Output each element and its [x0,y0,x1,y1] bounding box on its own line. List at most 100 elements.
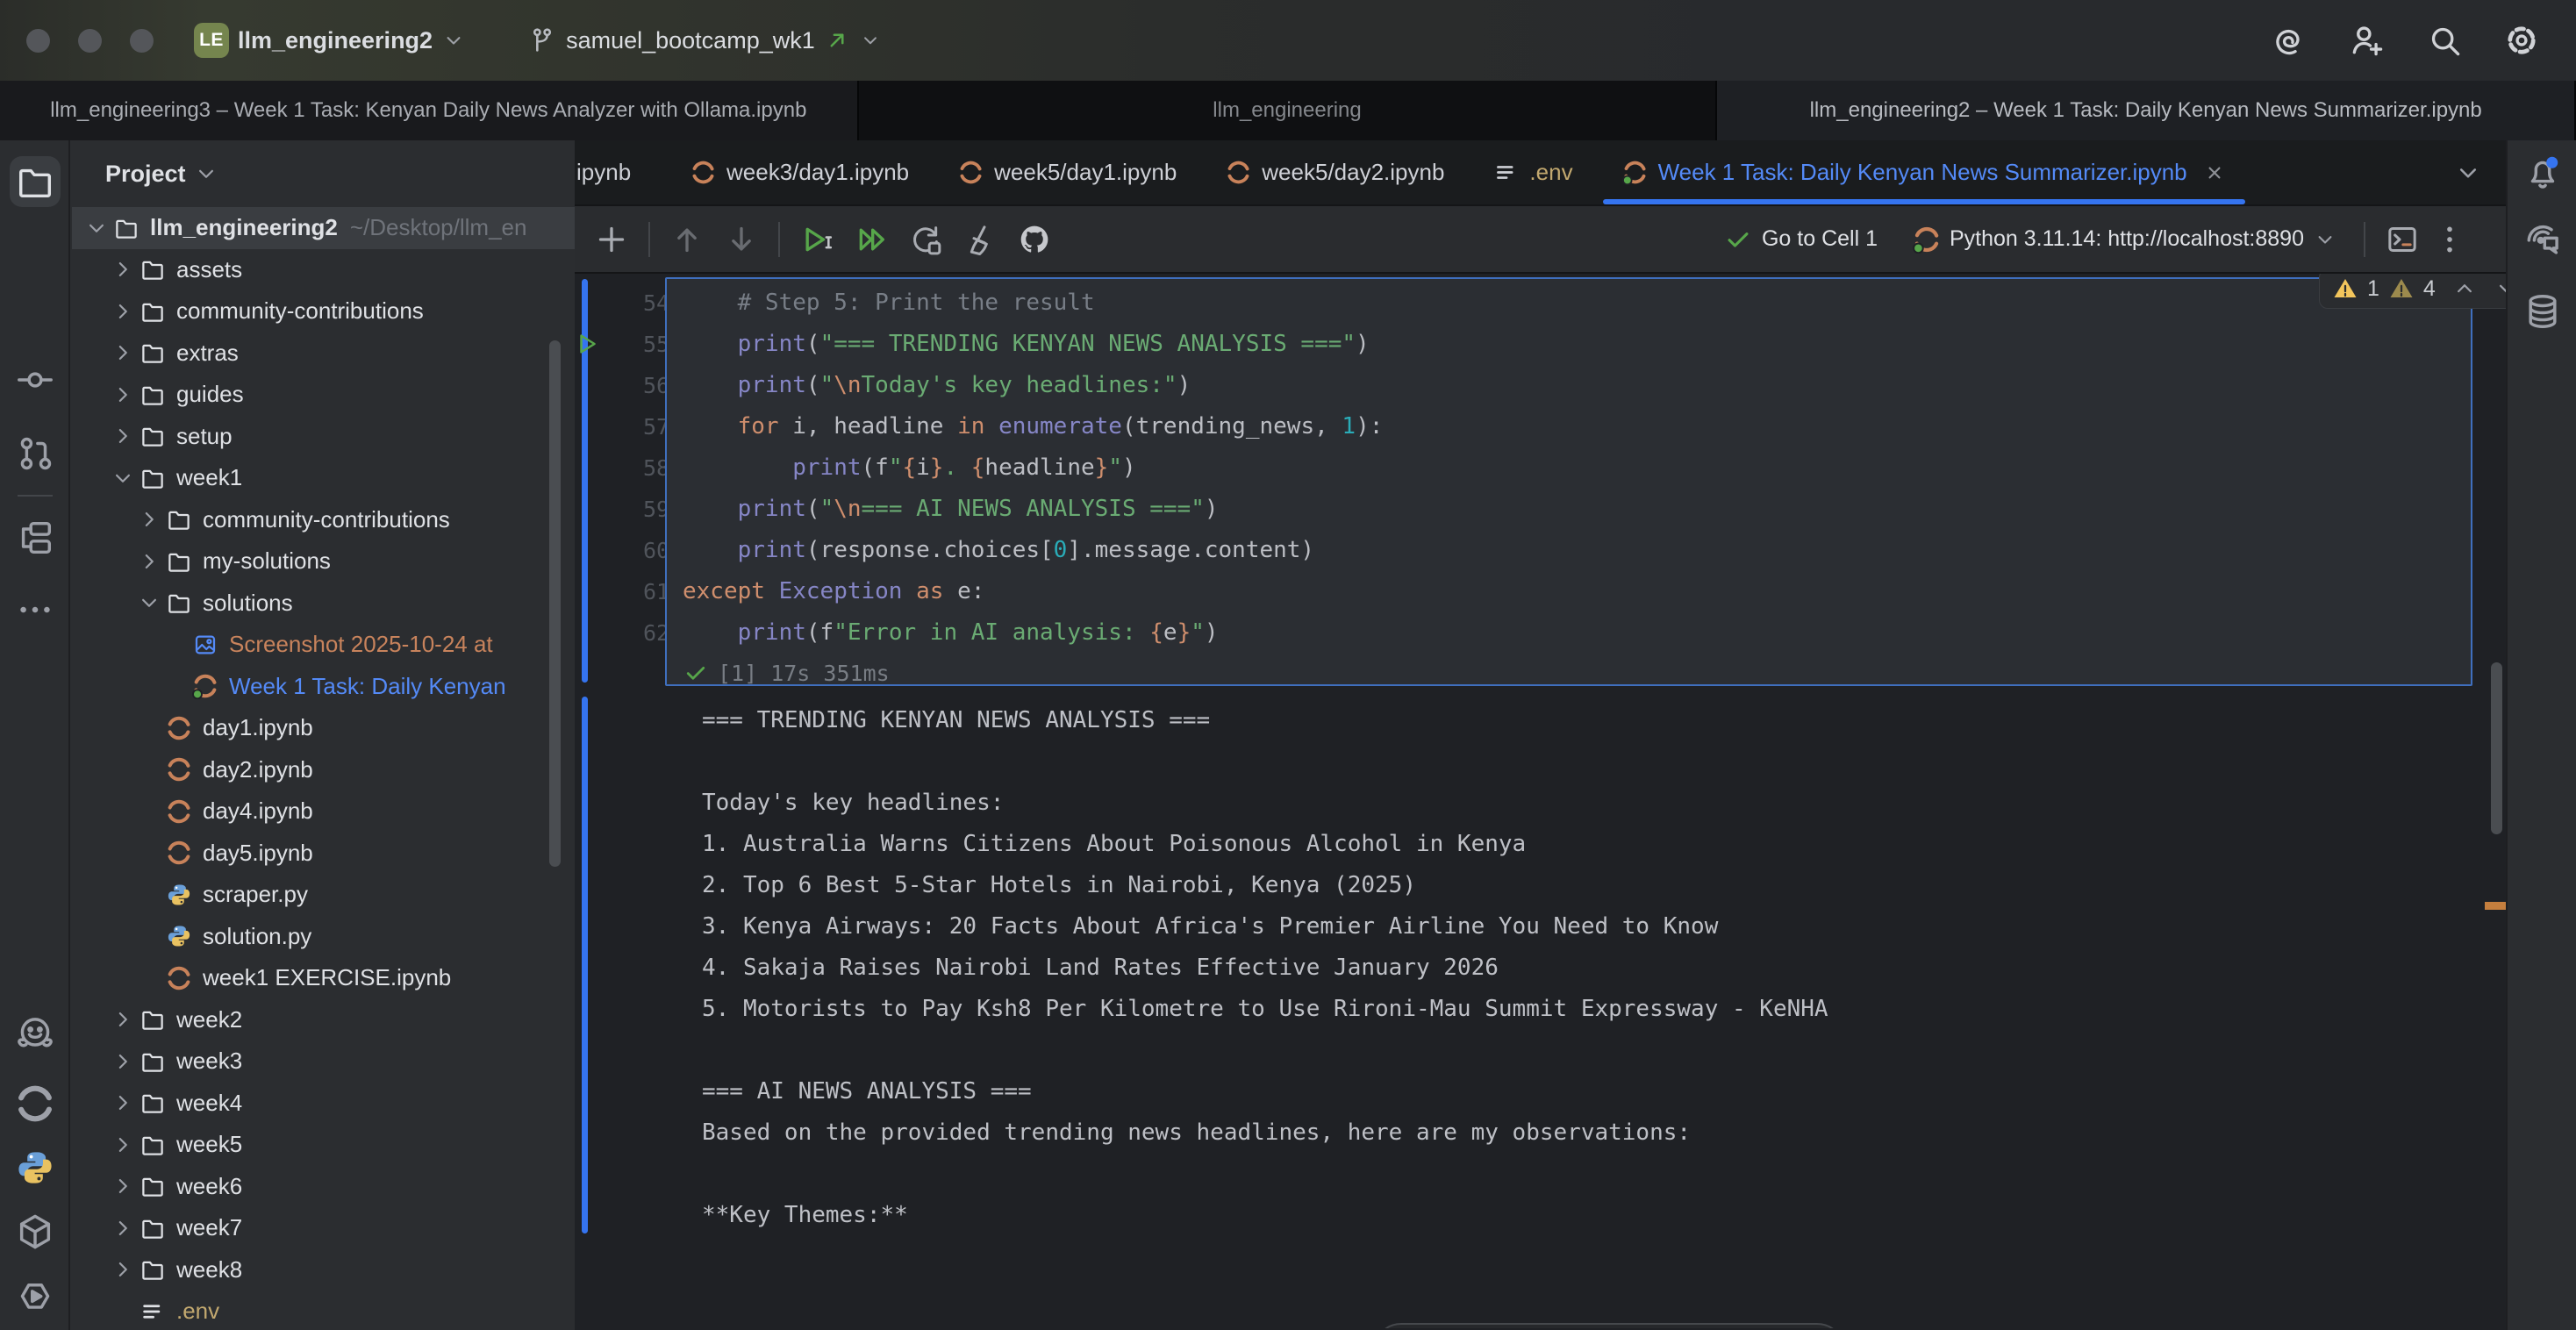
move-cell-up-button[interactable] [669,222,705,257]
jupyter-console-icon[interactable] [2385,222,2420,257]
ai-assistant-icon[interactable] [2522,218,2563,258]
search-icon[interactable] [2425,21,2464,60]
run-line-icon[interactable] [575,331,601,357]
pull-request-icon[interactable] [15,433,55,474]
tree-item-llm-engineering2[interactable]: llm_engineering2~/Desktop/llm_en [72,207,575,249]
chevron-right-icon[interactable] [136,506,162,533]
chevron-right-icon[interactable] [110,382,136,408]
package-icon[interactable] [15,1212,55,1252]
tree-item-week7[interactable]: week7 [72,1207,575,1249]
window-controls[interactable] [26,29,154,53]
kernel-selector[interactable]: Python 3.11.14: http://localhost:8890 [1913,225,2337,254]
tree-item-day1-ipynb[interactable]: day1.ipynb [72,707,575,749]
project-tree-scrollbar[interactable] [549,340,561,867]
minimize-window-button[interactable] [78,29,102,53]
add-user-icon[interactable] [2348,21,2386,60]
chevron-right-icon[interactable] [110,1048,136,1075]
code-line[interactable]: print(response.choices[0].message.conten… [683,530,2471,571]
window-tab[interactable]: llm_engineering2 – Week 1 Task: Daily Ke… [1717,81,2576,140]
clear-outputs-button[interactable] [962,222,998,257]
close-window-button[interactable] [26,29,50,53]
tree-item-week2[interactable]: week2 [72,999,575,1041]
tree-item-day5-ipynb[interactable]: day5.ipynb [72,833,575,875]
prev-problem-icon[interactable] [2451,275,2478,302]
play-icon[interactable] [15,1276,55,1317]
chevron-down-icon[interactable] [136,590,162,616]
code-cell[interactable]: # Step 5: Print the result print("=== TR… [665,277,2472,686]
tree-item-week6[interactable]: week6 [72,1166,575,1208]
editor-tab[interactable]: week3/day1.ipynb [666,140,934,204]
code-line[interactable]: # Step 5: Print the result [683,282,2471,324]
code-line[interactable]: except Exception as e: [683,571,2471,612]
code-line[interactable]: for i, headline in enumerate(trending_ne… [683,406,2471,447]
code-line[interactable]: print("\n=== AI NEWS ANALYSIS ===") [683,489,2471,530]
tree-item-week-1-task-daily-kenyan[interactable]: Week 1 Task: Daily Kenyan [72,666,575,708]
project-panel-header[interactable]: Project [72,140,575,207]
window-tab[interactable]: llm_engineering3 – Week 1 Task: Kenyan D… [0,81,859,140]
huggingface-icon[interactable] [15,1013,55,1054]
tree-item-week1-exercise-ipynb[interactable]: week1 EXERCISE.ipynb [72,957,575,999]
commit-icon[interactable] [15,360,55,400]
tree-item-solution-py[interactable]: solution.py [72,916,575,958]
tree-item-week5[interactable]: week5 [72,1124,575,1166]
tree-item-extras[interactable]: extras [72,332,575,375]
editor-tab[interactable]: week5/day2.ipynb [1201,140,1469,204]
tree-item-week1[interactable]: week1 [72,457,575,499]
project-widget[interactable]: LE llm_engineering2 [194,23,466,58]
code-line[interactable]: print(f"{i}. {headline}") [683,447,2471,489]
jupyter-icon[interactable] [15,1083,55,1124]
tree-item-community-contributions[interactable]: community-contributions [72,499,575,541]
tab-list-chevron-icon[interactable] [2453,158,2483,188]
tree-item-day2-ipynb[interactable]: day2.ipynb [72,749,575,791]
github-icon[interactable] [1017,222,1052,257]
project-folder-icon[interactable] [10,156,61,207]
tree-item-assets[interactable]: assets [72,249,575,291]
chevron-down-icon[interactable] [83,215,110,241]
chevron-right-icon[interactable] [110,1173,136,1199]
chevron-right-icon[interactable] [110,423,136,449]
restart-kernel-button[interactable] [908,222,943,257]
tree-item-day4-ipynb[interactable]: day4.ipynb [72,790,575,833]
python-icon[interactable] [15,1148,55,1188]
chevron-right-icon[interactable] [136,548,162,575]
editor-tab[interactable]: week5/day1.ipynb [934,140,1201,204]
chevron-right-icon[interactable] [110,1256,136,1283]
next-problem-icon[interactable] [2494,275,2506,302]
kebab-menu-icon[interactable] [2432,222,2467,257]
more-icon[interactable] [15,590,55,630]
close-tab-icon[interactable] [2203,161,2226,184]
move-cell-down-button[interactable] [724,222,759,257]
notifications-bell-icon[interactable] [2522,152,2563,192]
tree-item-week3[interactable]: week3 [72,1040,575,1083]
branch-widget[interactable]: samuel_bootcamp_wk1 [527,25,882,55]
tree-item-scraper-py[interactable]: scraper.py [72,874,575,916]
chevron-right-icon[interactable] [110,1215,136,1241]
tree-item-week8[interactable]: week8 [72,1249,575,1291]
tree-item-setup[interactable]: setup [72,416,575,458]
editor-scrollbar[interactable] [2491,662,2502,834]
tree-item-screenshot-2025-10-24-at[interactable]: Screenshot 2025-10-24 at [72,624,575,666]
run-all-cells-button[interactable] [854,222,889,257]
code-line[interactable]: print("\nToday's key headlines:") [683,365,2471,406]
goto-cell-button[interactable]: Go to Cell 1 [1723,225,1878,254]
tree-item--env[interactable]: .env [72,1291,575,1330]
run-cell-button[interactable] [799,222,834,257]
tree-item-solutions[interactable]: solutions [72,583,575,625]
structure-icon[interactable] [15,518,55,558]
window-tab[interactable]: llm_engineering [859,81,1718,140]
chevron-right-icon[interactable] [110,298,136,325]
add-cell-button[interactable] [594,222,629,257]
inspection-widget[interactable]: 1 4 [2319,274,2506,309]
code-line[interactable]: print(f"Error in AI analysis: {e}") [683,612,2471,654]
tree-item-my-solutions[interactable]: my-solutions [72,540,575,583]
code-line[interactable]: print("=== TRENDING KENYAN NEWS ANALYSIS… [683,324,2471,365]
settings-gear-icon[interactable] [2502,21,2541,60]
chevron-right-icon[interactable] [110,340,136,366]
editor-tab[interactable]: ipynb [575,140,666,204]
chevron-right-icon[interactable] [110,256,136,282]
editor-tab[interactable]: Week 1 Task: Daily Kenyan News Summarize… [1598,140,2250,204]
database-icon[interactable] [2522,291,2563,332]
editor-tab[interactable]: .env [1469,140,1597,204]
chevron-right-icon[interactable] [110,1132,136,1158]
tree-item-community-contributions[interactable]: community-contributions [72,290,575,332]
